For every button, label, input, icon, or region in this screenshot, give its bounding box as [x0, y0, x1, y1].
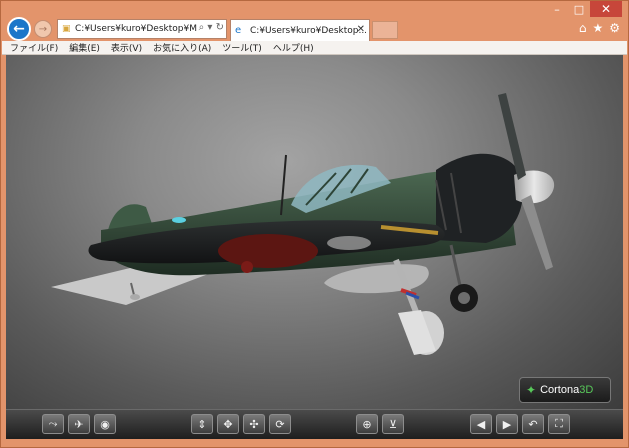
dropdown-icon[interactable]: ▾ [207, 22, 212, 33]
search-icon[interactable]: ⌕ [199, 22, 205, 33]
forward-button[interactable]: → [34, 20, 52, 38]
menu-edit[interactable]: 編集(E) [69, 41, 100, 54]
fullscreen-icon[interactable]: ⛶ [548, 414, 570, 434]
menu-file[interactable]: ファイル(F) [10, 41, 58, 54]
new-tab-button[interactable] [372, 21, 398, 39]
home-icon[interactable]: ⌂ [579, 21, 587, 35]
menu-view[interactable]: 表示(V) [111, 41, 142, 54]
menu-bar: ファイル(F) 編集(E) 表示(V) お気に入り(A) ツール(T) ヘルプ(… [2, 41, 627, 55]
browser-tools: ⌂ ★ ⚙ [579, 21, 620, 35]
star-icon[interactable]: ★ [592, 21, 603, 35]
cortona-mark-icon: ✦ [526, 383, 537, 397]
ie-icon: e [235, 25, 242, 36]
tab-close-icon[interactable]: ✕ [357, 24, 365, 35]
fit-icon[interactable]: ⊕ [356, 414, 378, 434]
back-button[interactable]: ← [7, 17, 31, 41]
roll-icon[interactable]: ⟳ [269, 414, 291, 434]
back-arrow-icon: ← [13, 21, 25, 37]
address-bar[interactable]: ▣ C:¥Users¥kuro¥Desktop¥My ⌕ ▾ ↻ [57, 19, 227, 39]
browser-window: – □ ✕ ← → ▣ C:¥Users¥kuro¥Desktop¥My ⌕ ▾… [0, 0, 629, 448]
viewer-toolbar: ⤳ ✈ ◉ ⇕ ✥ ✣ ⟳ ⊕ ⊻ ◀ ▶ ↶ ⛶ [6, 409, 623, 439]
study-icon[interactable]: ◉ [94, 414, 116, 434]
restore-icon[interactable]: ↶ [522, 414, 544, 434]
page-icon: ▣ [62, 24, 71, 34]
refresh-icon[interactable]: ↻ [216, 22, 224, 33]
address-text: C:¥Users¥kuro¥Desktop¥My [75, 24, 203, 34]
browser-tab[interactable]: e C:¥Users¥kuro¥Desktop... ✕ [230, 19, 370, 41]
next-viewpoint-icon[interactable]: ▶ [496, 414, 518, 434]
pan-icon[interactable]: ⇕ [191, 414, 213, 434]
walk-icon[interactable]: ⤳ [42, 414, 64, 434]
address-tools: ⌕ ▾ ↻ [196, 22, 224, 33]
prev-viewpoint-icon[interactable]: ◀ [470, 414, 492, 434]
menu-tools[interactable]: ツール(T) [222, 41, 262, 54]
forward-arrow-icon: → [38, 23, 48, 35]
gear-icon[interactable]: ⚙ [609, 21, 620, 35]
straighten-icon[interactable]: ⊻ [382, 414, 404, 434]
menu-favorites[interactable]: お気に入り(A) [153, 41, 211, 54]
cortona-logo: ✦ Cortona3D [519, 377, 611, 403]
menu-help[interactable]: ヘルプ(H) [273, 41, 314, 54]
navigation-bar: ← → ▣ C:¥Users¥kuro¥Desktop¥My ⌕ ▾ ↻ e C… [5, 15, 626, 41]
3d-viewport[interactable]: ✦ Cortona3D [6, 55, 623, 409]
rotate-icon[interactable]: ✣ [243, 414, 265, 434]
fly-icon[interactable]: ✈ [68, 414, 90, 434]
logo-text: Cortona3D [540, 384, 594, 396]
plan-icon[interactable]: ✥ [217, 414, 239, 434]
tab-title: C:¥Users¥kuro¥Desktop... [250, 25, 368, 36]
aircraft-model [51, 93, 555, 355]
